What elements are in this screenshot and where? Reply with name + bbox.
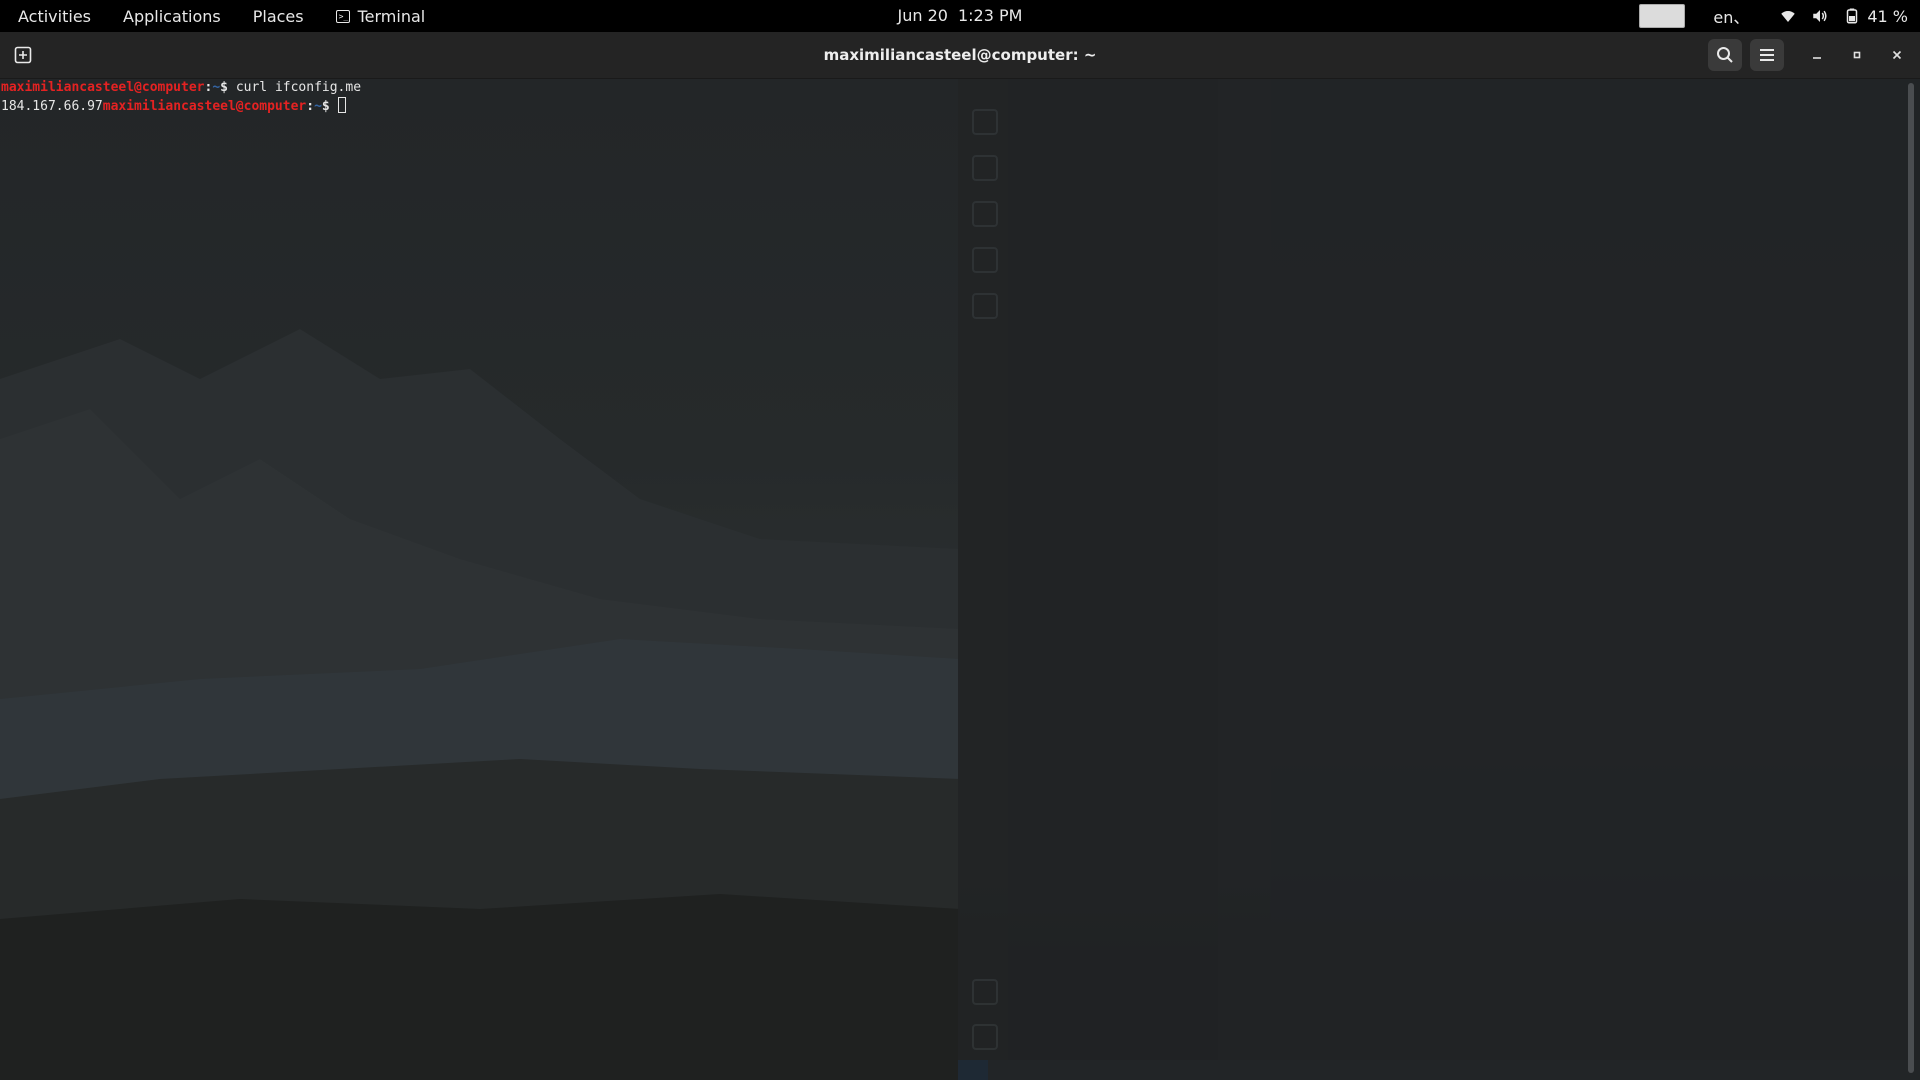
text-cursor xyxy=(337,97,346,113)
terminal-line: maximiliancasteel@computer:~$ curl ifcon… xyxy=(1,79,361,97)
battery-percent: 41 % xyxy=(1867,6,1908,26)
maximize-icon xyxy=(1853,51,1861,59)
clock-button[interactable]: Jun 20 1:23 PM xyxy=(898,6,1023,25)
language-indicator[interactable]: en、 xyxy=(1713,4,1749,28)
places-menu[interactable]: Places xyxy=(237,0,320,32)
prompt-dollar: $ xyxy=(321,99,338,114)
prompt-user-host: maximiliancasteel@computer xyxy=(1,80,205,95)
places-label: Places xyxy=(252,6,304,26)
hamburger-menu-icon xyxy=(1760,49,1774,61)
clock-time: 1:23 PM xyxy=(957,6,1023,25)
search-button[interactable] xyxy=(1708,39,1742,71)
command-output: 184.167.66.97 xyxy=(1,99,103,114)
terminal-app-menu[interactable]: >_ Terminal xyxy=(320,0,442,32)
activities-button[interactable]: Activities xyxy=(0,0,107,32)
keyboard-indicator-icon[interactable] xyxy=(1639,4,1686,28)
minimize-button[interactable] xyxy=(1805,43,1829,67)
system-tray: en、 41 % xyxy=(1639,0,1908,32)
command-text: curl ifconfig.me xyxy=(235,80,362,95)
terminal-headerbar: maximiliancasteel@computer: ~ xyxy=(0,32,1920,79)
terminal-line: 184.167.66.97maximiliancasteel@computer:… xyxy=(1,97,361,116)
prompt-path: ~ xyxy=(212,80,221,95)
terminal-app-label: Terminal xyxy=(357,6,426,26)
prompt-user-host: maximiliancasteel@computer xyxy=(102,99,307,114)
prompt-dollar: $ xyxy=(220,80,236,95)
new-tab-button[interactable] xyxy=(8,40,38,70)
volume-icon[interactable] xyxy=(1811,7,1829,25)
maximize-button[interactable] xyxy=(1845,43,1869,67)
prompt-path: ~ xyxy=(314,99,322,114)
terminal-icon: >_ xyxy=(335,9,350,23)
close-icon xyxy=(1892,50,1902,60)
terminal-window: maximiliancasteel@computer: ~ xyxy=(0,32,1920,1080)
activities-label: Activities xyxy=(18,6,91,26)
clock-date: Jun 20 xyxy=(897,6,948,25)
prompt-separator: : xyxy=(306,99,315,114)
new-tab-icon xyxy=(14,46,32,64)
battery-icon[interactable] xyxy=(1843,7,1861,25)
search-icon xyxy=(1717,47,1733,63)
top-bar-left: Activities Applications Places >_ Termin… xyxy=(0,0,441,32)
window-title: maximiliancasteel@computer: ~ xyxy=(823,46,1097,64)
applications-menu[interactable]: Applications xyxy=(107,0,237,32)
wifi-icon[interactable] xyxy=(1779,7,1797,25)
close-button[interactable] xyxy=(1885,43,1909,67)
minimize-icon xyxy=(1813,57,1821,59)
applications-label: Applications xyxy=(123,6,221,26)
top-bar: Activities Applications Places >_ Termin… xyxy=(0,0,1920,32)
terminal-output-area[interactable]: maximiliancasteel@computer:~$ curl ifcon… xyxy=(1,79,361,116)
menu-button[interactable] xyxy=(1750,39,1784,71)
